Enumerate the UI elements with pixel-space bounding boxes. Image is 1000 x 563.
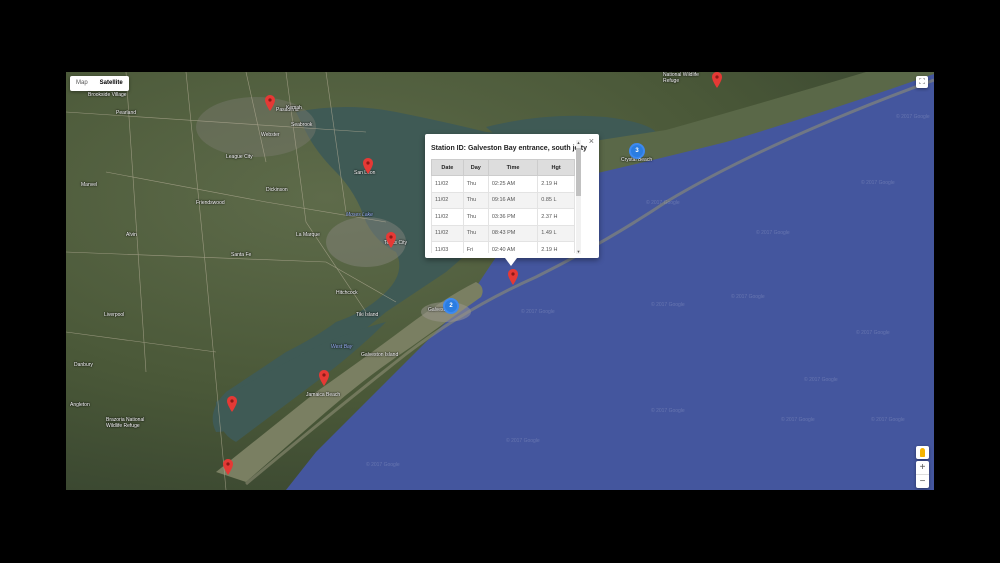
- place-label: Pearland: [116, 110, 137, 116]
- place-label: West Bay: [331, 344, 353, 350]
- cell-time: 03:36 PM: [487, 208, 539, 226]
- copyright-watermark: © 2017 Google: [646, 200, 680, 206]
- place-label: Moses Lake: [346, 212, 373, 218]
- station-marker[interactable]: [712, 72, 722, 88]
- copyright-watermark: © 2017 Google: [651, 408, 685, 414]
- copyright-watermark: © 2017 Google: [896, 114, 930, 120]
- table-row: 11/02 Thu 03:36 PM 2.37 H: [431, 208, 575, 226]
- zoom-out-button[interactable]: −: [916, 474, 929, 488]
- place-label: La Marque: [296, 232, 320, 238]
- map-type-satellite-button[interactable]: Satellite: [94, 76, 129, 91]
- station-marker[interactable]: [227, 396, 237, 412]
- station-marker[interactable]: [265, 95, 275, 111]
- cell-hgt: 2.19 H: [537, 175, 575, 193]
- column-header-date: Date: [431, 159, 464, 176]
- copyright-watermark: © 2017 Google: [861, 180, 895, 186]
- map-canvas[interactable]: Map Satellite ⛶ Brookside Village Pearla…: [66, 72, 934, 490]
- copyright-watermark: © 2017 Google: [781, 417, 815, 423]
- place-label: Galveston Island: [361, 352, 399, 358]
- copyright-watermark: © 2017 Google: [506, 438, 540, 444]
- place-label: Liverpool: [104, 312, 125, 318]
- tide-table-body: 11/02 Thu 02:25 AM 2.19 H 11/02 Thu 09:16 AM 0.…: [431, 175, 575, 253]
- cell-hgt: 1.49 L: [537, 224, 575, 242]
- place-label: Hitchcock: [336, 290, 358, 296]
- place-label: Kemah: [286, 105, 302, 111]
- cell-day: Thu: [462, 224, 489, 242]
- place-label: Webster: [261, 132, 280, 138]
- place-label: Brazoria National Wildlife Refuge: [106, 417, 145, 429]
- close-icon[interactable]: ×: [589, 136, 594, 146]
- cell-hgt: 0.85 L: [537, 191, 575, 209]
- copyright-watermark: © 2017 Google: [651, 302, 685, 308]
- place-label: League City: [226, 154, 253, 160]
- zoom-in-button[interactable]: +: [916, 461, 929, 474]
- table-header-row: Date Day Time Hgt: [431, 159, 575, 176]
- place-label: Santa Fe: [231, 252, 252, 258]
- place-label: Friendswood: [196, 200, 225, 206]
- table-row: 11/02 Thu 08:43 PM 1.49 L: [431, 224, 575, 242]
- cell-hgt: 2.37 H: [537, 208, 575, 226]
- place-label: Tiki Island: [356, 312, 379, 318]
- station-info-window: × Station ID: Galveston Bay entrance, so…: [425, 134, 599, 266]
- station-marker-selected[interactable]: [508, 269, 518, 285]
- cell-day: Thu: [462, 208, 489, 226]
- copyright-watermark: © 2017 Google: [731, 294, 765, 300]
- cell-day: Thu: [462, 175, 489, 193]
- place-label: Angleton: [70, 402, 90, 408]
- station-marker[interactable]: [386, 232, 396, 248]
- station-marker[interactable]: [223, 459, 233, 475]
- copyright-watermark: © 2017 Google: [856, 330, 890, 336]
- copyright-watermark: © 2017 Google: [871, 417, 905, 423]
- table-scrollbar[interactable]: ▲ ▼: [576, 140, 581, 254]
- place-label: National Wildlife Refuge: [663, 72, 699, 84]
- cell-day: Fri: [462, 241, 489, 253]
- station-marker[interactable]: [363, 158, 373, 174]
- cell-date: 11/02: [431, 191, 464, 209]
- tide-table: Date Day Time Hgt 11/02 Thu 02:25 AM 2.19 H…: [431, 159, 575, 253]
- cell-time: 09:16 AM: [487, 191, 539, 209]
- place-label: Manvel: [81, 182, 98, 188]
- table-row: 11/03 Fri 02:40 AM 2.19 H: [431, 241, 575, 253]
- scroll-thumb[interactable]: [576, 148, 581, 196]
- copyright-watermark: © 2017 Google: [756, 230, 790, 236]
- cell-time: 02:40 AM: [487, 241, 539, 253]
- column-header-time: Time: [487, 159, 539, 176]
- marker-cluster[interactable]: 3: [629, 143, 645, 159]
- tide-table-container[interactable]: Date Day Time Hgt 11/02 Thu 02:25 AM 2.19 H…: [431, 159, 575, 253]
- zoom-control[interactable]: + −: [916, 461, 929, 488]
- station-marker[interactable]: [319, 370, 329, 386]
- station-title: Station ID: Galveston Bay entrance, sout…: [431, 145, 587, 152]
- place-label: Seabrook: [291, 122, 313, 128]
- fullscreen-icon: ⛶: [919, 77, 925, 86]
- map-type-control[interactable]: Map Satellite: [70, 76, 129, 91]
- column-header-hgt: Hgt: [537, 159, 575, 176]
- copyright-watermark: © 2017 Google: [804, 377, 838, 383]
- map-type-map-button[interactable]: Map: [70, 76, 94, 91]
- place-label: Dickinson: [266, 187, 288, 193]
- scroll-up-icon[interactable]: ▲: [576, 140, 581, 145]
- table-row: 11/02 Thu 09:16 AM 0.85 L: [431, 191, 575, 209]
- cell-day: Thu: [462, 191, 489, 209]
- fullscreen-button[interactable]: ⛶: [916, 76, 928, 88]
- table-row: 11/02 Thu 02:25 AM 2.19 H: [431, 175, 575, 193]
- cell-time: 08:43 PM: [487, 224, 539, 242]
- cell-hgt: 2.19 H: [537, 241, 575, 253]
- cell-date: 11/02: [431, 224, 464, 242]
- place-label: Alvin: [126, 232, 137, 238]
- cell-date: 11/02: [431, 175, 464, 193]
- place-label: Brookside Village: [88, 92, 127, 98]
- place-label: Danbury: [74, 362, 93, 368]
- copyright-watermark: © 2017 Google: [521, 309, 555, 315]
- cell-date: 11/02: [431, 208, 464, 226]
- copyright-watermark: © 2017 Google: [366, 462, 400, 468]
- cell-time: 02:25 AM: [487, 175, 539, 193]
- column-header-day: Day: [462, 159, 489, 176]
- marker-cluster[interactable]: 2: [443, 298, 459, 314]
- street-view-pegman[interactable]: [916, 446, 929, 459]
- scroll-down-icon[interactable]: ▼: [576, 249, 581, 254]
- cell-date: 11/03: [431, 241, 464, 253]
- pegman-icon: [920, 448, 925, 457]
- place-label: Jamaica Beach: [306, 392, 341, 398]
